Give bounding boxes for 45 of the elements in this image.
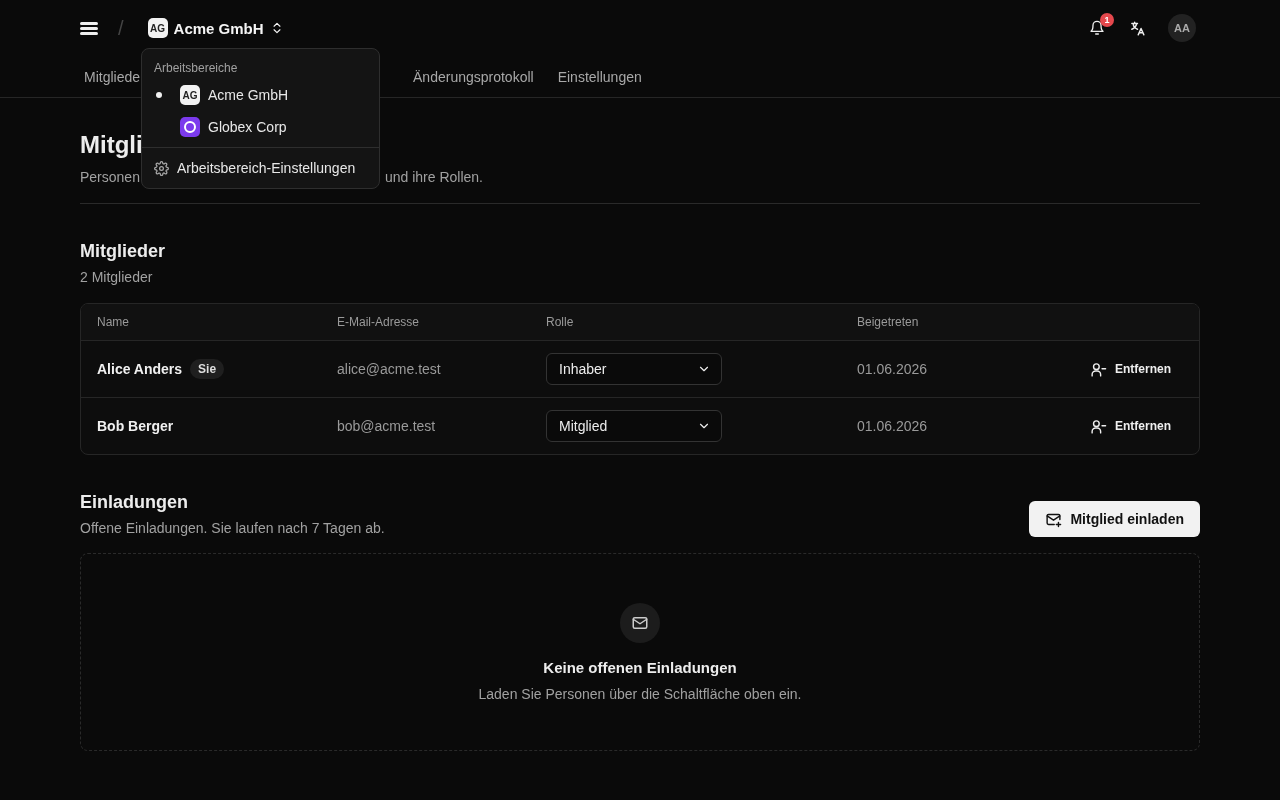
user-minus-icon bbox=[1090, 360, 1107, 378]
nav-tab[interactable]: Einstellungen bbox=[557, 68, 642, 85]
page-title: Mitgli bbox=[80, 130, 144, 160]
nav-tab[interactable]: Mitgliede bbox=[84, 68, 141, 85]
notification-count: 1 bbox=[1100, 13, 1114, 27]
page-description: Personen bbox=[80, 168, 140, 186]
section-description: Offene Einladungen. Sie laufen nach 7 Tagen ab. bbox=[80, 519, 385, 537]
logo-icon[interactable] bbox=[80, 21, 98, 35]
bell-icon bbox=[1089, 20, 1105, 36]
page-description: und ihre Rollen. bbox=[384, 168, 483, 186]
user-minus-icon bbox=[1090, 417, 1107, 435]
member-name: Alice Anders bbox=[97, 361, 183, 377]
joined-date: 01.06.2026 bbox=[857, 361, 929, 377]
workspace-settings-item[interactable]: Arbeitsbereich-Einstellungen bbox=[142, 152, 379, 184]
workspace-avatar: AG bbox=[147, 18, 168, 38]
nav-tab[interactable]: Änderungsprotokoll bbox=[413, 68, 534, 85]
member-email: alice@acme.test bbox=[337, 361, 442, 377]
column-header: Beigetreten bbox=[857, 315, 920, 329]
invite-button[interactable]: Mitglied einladen bbox=[1029, 501, 1200, 537]
workspace-item[interactable]: Globex Corp bbox=[142, 111, 379, 143]
you-badge: Sie bbox=[190, 359, 225, 379]
member-email: bob@acme.test bbox=[337, 418, 437, 434]
notifications-button[interactable]: 1 bbox=[1085, 13, 1114, 40]
menu-heading: Arbeitsbereiche bbox=[153, 60, 239, 77]
joined-date: 01.06.2026 bbox=[857, 418, 929, 434]
translate-icon bbox=[1129, 19, 1146, 37]
role-select[interactable]: Mitglied bbox=[546, 410, 722, 442]
column-header: Name bbox=[97, 315, 130, 329]
gear-icon bbox=[154, 160, 169, 176]
breadcrumb-separator: / bbox=[118, 16, 124, 40]
user-avatar[interactable]: AA bbox=[1168, 14, 1196, 42]
workspace-avatar: AG bbox=[180, 85, 200, 105]
section-title: Mitglieder bbox=[80, 240, 166, 262]
empty-title: Keine offenen Einladungen bbox=[543, 658, 737, 676]
column-header: E-Mail-Adresse bbox=[337, 315, 421, 329]
remove-button[interactable]: Entfernen bbox=[1078, 413, 1183, 439]
workspace-switcher[interactable]: AG Acme GmbH bbox=[147, 18, 284, 38]
member-name: Bob Berger bbox=[97, 418, 174, 434]
remove-button[interactable]: Entfernen bbox=[1078, 356, 1183, 382]
column-header: Rolle bbox=[546, 315, 575, 329]
member-count: 2 Mitglieder bbox=[80, 268, 154, 286]
role-select[interactable]: Inhaber bbox=[546, 353, 722, 385]
workspace-item[interactable]: AG Acme GmbH bbox=[142, 79, 379, 111]
section-title: Einladungen bbox=[80, 491, 189, 513]
empty-description: Laden Sie Personen über die Schaltfläche oben ein. bbox=[478, 685, 802, 702]
